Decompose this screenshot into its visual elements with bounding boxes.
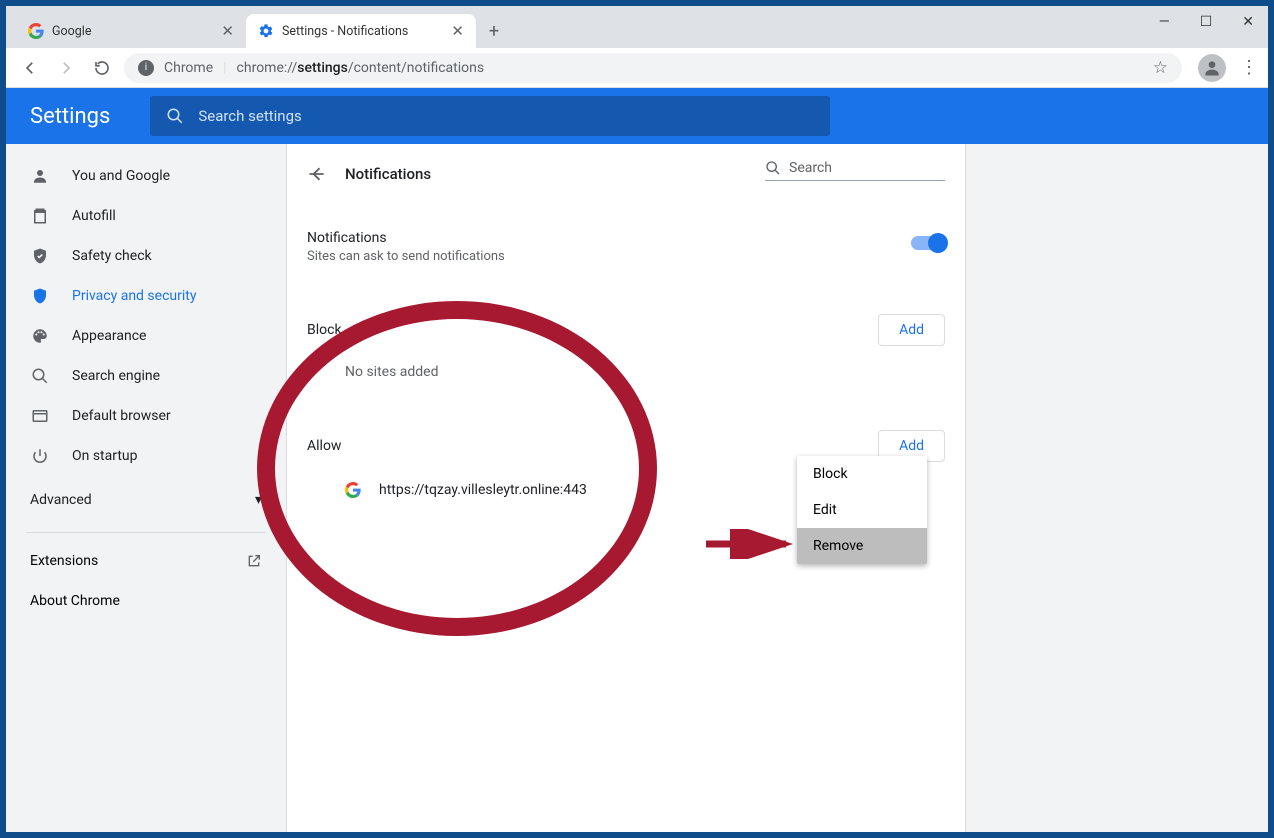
google-favicon-icon <box>28 23 44 39</box>
chevron-down-icon: ▾ <box>255 492 262 508</box>
tab-settings[interactable]: Settings - Notifications ✕ <box>246 14 476 48</box>
close-window-button[interactable]: ✕ <box>1236 10 1260 34</box>
close-icon[interactable]: ✕ <box>221 22 234 40</box>
panel-title: Notifications <box>345 165 431 183</box>
clipboard-icon <box>30 207 50 225</box>
menu-remove[interactable]: Remove <box>797 528 927 564</box>
profile-avatar[interactable] <box>1198 54 1226 82</box>
minimize-button[interactable]: — <box>1153 10 1176 34</box>
site-info-icon[interactable]: i <box>138 60 154 76</box>
site-favicon-icon <box>345 482 361 498</box>
shield-icon <box>30 287 50 305</box>
panel-search-input[interactable]: Search <box>765 160 945 181</box>
tab-title: Settings - Notifications <box>282 24 408 39</box>
sidebar-item-on-startup[interactable]: On startup <box>6 436 286 476</box>
allow-heading: Allow <box>307 438 341 454</box>
sidebar-item-you-and-google[interactable]: You and Google <box>6 156 286 196</box>
annotation-arrow <box>701 529 801 559</box>
sidebar-advanced[interactable]: Advanced▾ <box>6 476 286 524</box>
maximize-button[interactable]: ☐ <box>1194 10 1219 34</box>
back-button[interactable] <box>16 54 44 82</box>
sidebar-item-safety-check[interactable]: Safety check <box>6 236 286 276</box>
sidebar-item-privacy[interactable]: Privacy and security <box>6 276 286 316</box>
reload-button[interactable] <box>88 54 116 82</box>
notifications-sub: Sites can ask to send notifications <box>307 249 505 264</box>
browser-icon <box>30 407 50 425</box>
notifications-label: Notifications <box>307 230 505 246</box>
external-link-icon <box>246 553 262 569</box>
power-icon <box>30 447 50 465</box>
search-icon <box>166 107 184 125</box>
url-text: chrome://settings/content/notifications <box>237 60 485 76</box>
site-url: https://tqzay.villesleytr.online:443 <box>379 482 587 498</box>
close-icon[interactable]: ✕ <box>451 22 464 40</box>
main-panel: Notifications Search Notifications Sites… <box>286 144 966 832</box>
address-bar[interactable]: i Chrome | chrome://settings/content/not… <box>124 53 1182 83</box>
tab-strip: Google ✕ Settings - Notifications ✕ + — … <box>6 6 1268 48</box>
block-heading: Block <box>307 322 342 338</box>
menu-icon[interactable]: ⋮ <box>1240 57 1258 78</box>
sidebar-item-autofill[interactable]: Autofill <box>6 196 286 236</box>
sidebar-item-search-engine[interactable]: Search engine <box>6 356 286 396</box>
sidebar-item-appearance[interactable]: Appearance <box>6 316 286 356</box>
settings-header: Settings Search settings <box>6 88 1268 144</box>
divider <box>26 532 266 533</box>
product-label: Chrome <box>164 60 213 76</box>
page-title: Settings <box>30 104 110 129</box>
forward-button[interactable] <box>52 54 80 82</box>
panel-back-button[interactable] <box>307 164 327 184</box>
person-icon <box>30 167 50 185</box>
add-block-button[interactable]: Add <box>878 314 945 346</box>
site-context-menu: Block Edit Remove <box>797 456 927 564</box>
toolbar: i Chrome | chrome://settings/content/not… <box>6 48 1268 88</box>
search-icon <box>30 367 50 385</box>
menu-edit[interactable]: Edit <box>797 492 927 528</box>
notifications-toggle[interactable] <box>911 236 945 250</box>
search-icon <box>765 160 781 176</box>
shield-check-icon <box>30 247 50 265</box>
no-sites-text: No sites added <box>307 364 945 380</box>
sidebar-about[interactable]: About Chrome <box>6 581 286 621</box>
star-icon[interactable]: ☆ <box>1153 58 1168 78</box>
gear-icon <box>258 23 274 39</box>
menu-block[interactable]: Block <box>797 456 927 492</box>
sidebar-item-default-browser[interactable]: Default browser <box>6 396 286 436</box>
palette-icon <box>30 327 50 345</box>
tab-google[interactable]: Google ✕ <box>16 14 246 48</box>
new-tab-button[interactable]: + <box>480 17 508 45</box>
sidebar-extensions[interactable]: Extensions <box>6 541 286 581</box>
sidebar: You and Google Autofill Safety check Pri… <box>6 144 286 832</box>
tab-title: Google <box>52 24 91 39</box>
search-settings-input[interactable]: Search settings <box>150 96 830 136</box>
